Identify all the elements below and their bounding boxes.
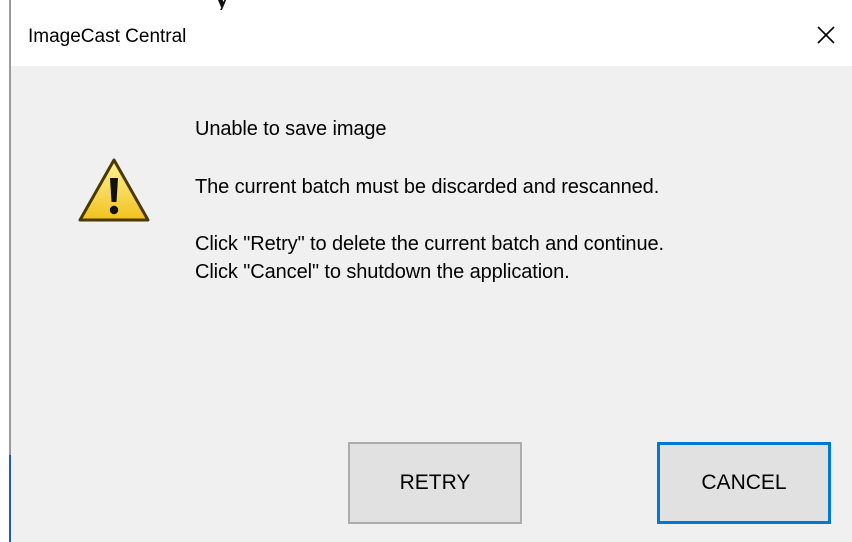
cancel-button-label: CANCEL xyxy=(701,471,787,494)
left-backdrop xyxy=(0,0,9,542)
dialog-window: ImageCast Central Unable to save image T… xyxy=(0,0,852,542)
message-title: Unable to save image xyxy=(195,118,387,140)
close-icon xyxy=(817,26,835,44)
message-detail: The current batch must be discarded and … xyxy=(195,176,660,198)
retry-button[interactable]: RETRY xyxy=(348,442,522,524)
close-button[interactable] xyxy=(800,10,852,60)
window-title: ImageCast Central xyxy=(28,26,187,47)
warning-icon xyxy=(78,158,150,222)
retry-button-label: RETRY xyxy=(399,471,471,494)
message-cancel-hint: Click "Cancel" to shutdown the applicati… xyxy=(195,261,570,283)
dialog-body: Unable to save image The current batch m… xyxy=(11,66,852,542)
message-retry-hint: Click "Retry" to delete the current batc… xyxy=(195,233,664,255)
cancel-button[interactable]: CANCEL xyxy=(657,442,831,524)
title-bar[interactable]: ImageCast Central xyxy=(11,10,852,66)
